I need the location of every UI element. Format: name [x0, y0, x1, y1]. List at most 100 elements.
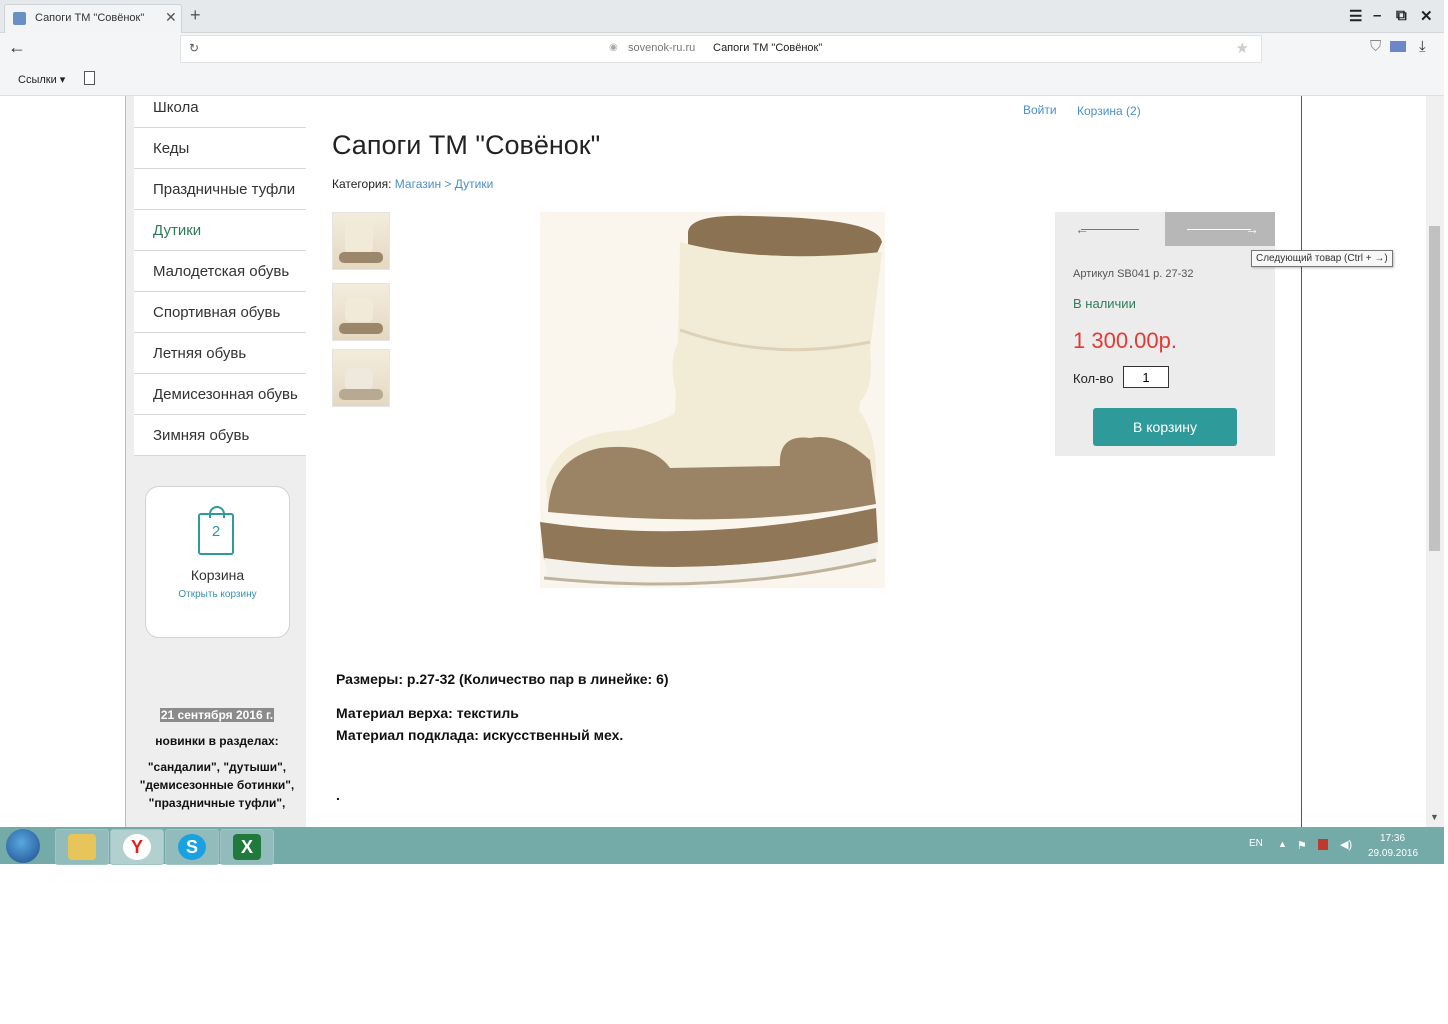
sidebar-item-festive-shoes[interactable]: Праздничные туфли: [134, 169, 306, 210]
page-icon[interactable]: [84, 71, 95, 85]
breadcrumb-category-link[interactable]: Дутики: [455, 177, 494, 191]
divider: [1301, 96, 1302, 827]
product-title: Сапоги ТМ "Совёнок": [332, 130, 601, 160]
skype-taskbar-button[interactable]: S: [165, 829, 219, 865]
news-block: 21 сентября 2016 г. новинки в разделах: …: [134, 706, 300, 812]
url-page-title: Сапоги ТМ "Совёнок": [713, 42, 823, 54]
quantity-input[interactable]: [1123, 366, 1169, 388]
product-description: Размеры: р.27-32 (Количество пар в линей…: [336, 668, 669, 806]
page-scrollbar[interactable]: ▼: [1426, 96, 1444, 827]
product-thumbnail[interactable]: [332, 283, 390, 341]
description-sizes: Размеры: р.27-32 (Количество пар в линей…: [336, 671, 669, 687]
scrollbar-thumb[interactable]: [1429, 226, 1440, 551]
description-upper-material: Материал верха: текстиль: [336, 705, 519, 721]
right-arrow-icon: [1187, 229, 1251, 230]
sidebar-item-toddler-shoes[interactable]: Малодетская обувь: [134, 251, 306, 292]
protect-shield-icon[interactable]: ⛉: [1370, 38, 1381, 55]
clock-time[interactable]: 17:36: [1380, 833, 1405, 844]
breadcrumb-shop-link[interactable]: Магазин: [395, 177, 441, 191]
favicon-icon: [13, 12, 26, 25]
description-dot: .: [336, 787, 340, 803]
excel-taskbar-button[interactable]: X: [220, 829, 274, 865]
login-link[interactable]: Войти: [1023, 103, 1057, 117]
sidebar-item-label: Кеды: [153, 140, 190, 157]
url-domain: sovenok-ru.ru: [628, 42, 696, 54]
product-sku: Артикул SB041 р. 27-32: [1073, 268, 1194, 280]
sidebar-item-label: Школа: [153, 99, 199, 116]
cart-count: 2: [211, 523, 221, 540]
product-main-image[interactable]: [540, 212, 885, 588]
quantity-label: Кол-во: [1073, 371, 1114, 386]
news-date: 21 сентября 2016 г.: [159, 708, 275, 722]
open-cart-link[interactable]: Открыть корзину: [146, 589, 289, 600]
left-arrow-icon: [1081, 229, 1139, 230]
sidebar-item-school[interactable]: Школа: [134, 96, 306, 128]
language-indicator[interactable]: EN: [1249, 838, 1263, 849]
tab-title: Сапоги ТМ "Совёнок": [35, 12, 145, 24]
bookmarks-links-menu[interactable]: Ссылки ▾: [18, 73, 65, 86]
sidebar-item-summer-shoes[interactable]: Летняя обувь: [134, 333, 306, 374]
sidebar-item-label: Праздничные туфли: [153, 181, 296, 198]
right-arrow-icon: →: [1245, 221, 1259, 237]
product-thumbnail[interactable]: [332, 349, 390, 407]
previous-product-button[interactable]: ←: [1055, 212, 1165, 246]
breadcrumb-separator: >: [444, 177, 452, 191]
sidebar-item-winter-shoes[interactable]: Зимняя обувь: [134, 415, 306, 456]
tab-close-icon[interactable]: ✕: [165, 9, 177, 26]
minimize-button[interactable]: –: [1373, 7, 1381, 24]
excel-icon: X: [233, 834, 261, 860]
browser-titlebar: Сапоги ТМ "Совёнок" ✕ + ☰ – ⧉ ✕: [0, 0, 1444, 33]
bag-handle: [209, 506, 225, 518]
news-body: "сандалии", "дутыши", "демисезонные боти…: [139, 760, 295, 810]
skype-icon: S: [178, 834, 206, 860]
next-product-button[interactable]: →: [1165, 212, 1275, 246]
next-product-tooltip: Следующий товар (Ctrl + →): [1251, 250, 1393, 267]
sidebar-item-label: Малодетская обувь: [153, 263, 290, 280]
stock-status: В наличии: [1073, 296, 1136, 311]
close-window-button[interactable]: ✕: [1420, 7, 1433, 25]
sidebar-item-label: Зимняя обувь: [153, 427, 250, 444]
sidebar-item-demiseason-shoes[interactable]: Демисезонная обувь: [134, 374, 306, 415]
sidebar-item-sport-shoes[interactable]: Спортивная обувь: [134, 292, 306, 333]
boot-illustration: [540, 212, 885, 588]
divider: [125, 96, 126, 827]
web-page: Школа Кеды Праздничные туфли Дутики Мало…: [0, 96, 1444, 827]
url-field[interactable]: ↻ ◉ sovenok-ru.ru Сапоги ТМ "Совёнок" ★: [180, 35, 1262, 63]
folder-icon: [68, 834, 96, 860]
cart-widget[interactable]: 2 Корзина Открыть корзину: [145, 486, 290, 638]
tray-expand-icon[interactable]: ▲: [1278, 839, 1287, 849]
explorer-taskbar-button[interactable]: [55, 829, 109, 865]
start-button[interactable]: [6, 829, 40, 863]
browser-tab[interactable]: Сапоги ТМ "Совёнок" ✕: [4, 4, 182, 33]
sidebar-item-sneakers[interactable]: Кеды: [134, 128, 306, 169]
breadcrumb: Категория: Магазин > Дутики: [332, 177, 493, 191]
action-center-flag-icon[interactable]: ⚑: [1297, 839, 1307, 852]
sidebar-item-label: Демисезонная обувь: [153, 386, 298, 403]
product-price: 1 300.00р.: [1073, 328, 1177, 353]
clock-date[interactable]: 29.09.2016: [1368, 848, 1418, 859]
yandex-taskbar-button[interactable]: Y: [110, 829, 164, 865]
category-nav: Школа Кеды Праздничные туфли Дутики Мало…: [134, 96, 306, 456]
volume-icon[interactable]: ◀): [1340, 838, 1352, 851]
site-info-icon[interactable]: ◉: [609, 42, 618, 53]
new-tab-button[interactable]: +: [190, 5, 201, 26]
add-to-cart-button[interactable]: В корзину: [1093, 408, 1237, 446]
scroll-down-icon[interactable]: ▼: [1430, 812, 1439, 822]
mail-icon[interactable]: [1390, 41, 1406, 52]
description-lining-material: Материал подклада: искусственный мех.: [336, 727, 624, 743]
restore-button[interactable]: ⧉: [1396, 7, 1407, 24]
product-thumbnail[interactable]: [332, 212, 390, 270]
network-icon[interactable]: [1318, 839, 1328, 850]
browser-menu-icon[interactable]: ☰: [1349, 7, 1362, 25]
back-arrow-icon[interactable]: ←: [8, 37, 26, 58]
reload-icon[interactable]: ↻: [189, 41, 199, 55]
download-icon[interactable]: ⤓: [1419, 38, 1426, 55]
address-bar-row: ← ↻ ◉ sovenok-ru.ru Сапоги ТМ "Совёнок" …: [0, 33, 1444, 63]
sidebar-item-dutiki[interactable]: Дутики: [134, 210, 306, 251]
sidebar-item-label: Спортивная обувь: [153, 304, 281, 321]
yandex-browser-icon: Y: [123, 834, 151, 860]
windows-taskbar: Y S X EN ▲ ⚑ ◀) 17:36 29.09.2016: [0, 827, 1444, 865]
header-cart-link[interactable]: Корзина (2): [1077, 104, 1141, 118]
bookmark-star-icon[interactable]: ★: [1236, 39, 1249, 57]
left-arrow-icon: ←: [1075, 221, 1089, 237]
